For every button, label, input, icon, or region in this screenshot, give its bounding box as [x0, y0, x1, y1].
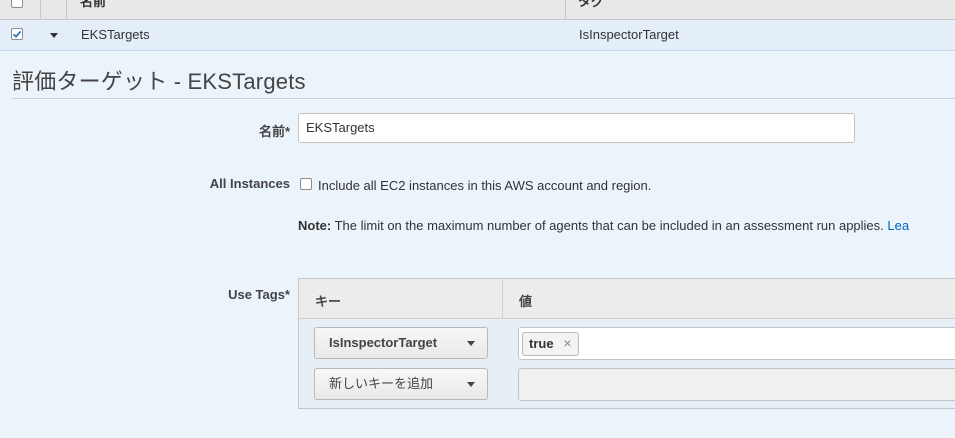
tag-value-token[interactable]: true ×	[522, 332, 579, 356]
name-field[interactable]: EKSTargets	[298, 113, 855, 143]
tags-column-divider	[502, 279, 503, 318]
row-checkbox[interactable]	[11, 28, 23, 40]
select-all-checkbox[interactable]	[11, 0, 23, 8]
use-tags-label: Use Tags*	[228, 287, 290, 302]
all-instances-checkbox[interactable]	[300, 178, 312, 190]
new-tag-value-input-disabled	[518, 368, 955, 401]
tag-value-input[interactable]	[518, 327, 955, 360]
tags-key-header: キー	[315, 294, 342, 309]
chevron-down-icon	[467, 382, 475, 387]
column-header-tag[interactable]: タグ	[578, 0, 604, 10]
header-divider	[40, 0, 41, 19]
chevron-down-icon	[467, 341, 475, 346]
tag-key-dropdown[interactable]: IsInspectorTarget	[314, 327, 488, 359]
title-divider	[12, 98, 955, 99]
tag-value-token-text: true	[529, 336, 554, 351]
checkmark-icon	[12, 30, 22, 38]
name-label: 名前*	[258, 124, 290, 139]
targets-table-header	[0, 0, 955, 20]
page-title: 評価ターゲット - EKSTargets	[12, 69, 306, 94]
tags-table-header	[299, 279, 955, 319]
note-body: The limit on the maximum number of agent…	[331, 218, 888, 233]
tags-value-header: 値	[519, 294, 533, 309]
note-prefix: Note:	[298, 218, 332, 233]
add-new-key-dropdown[interactable]: 新しいキーを追加	[314, 368, 488, 400]
learn-more-link[interactable]: Lea	[887, 218, 909, 233]
row-name-cell: EKSTargets	[81, 27, 150, 42]
close-icon[interactable]: ×	[563, 332, 571, 354]
column-header-name[interactable]: 名前	[80, 0, 106, 10]
add-new-key-placeholder: 新しいキーを追加	[329, 376, 434, 391]
header-divider	[565, 0, 566, 19]
note-text: Note: The limit on the maximum number of…	[298, 218, 909, 233]
header-divider	[66, 0, 67, 19]
expand-row-caret-icon[interactable]	[50, 33, 58, 38]
all-instances-label: All Instances	[209, 176, 290, 191]
row-tag-cell: IsInspectorTarget	[579, 27, 679, 42]
all-instances-checkbox-text: Include all EC2 instances in this AWS ac…	[318, 178, 652, 193]
tag-key-value: IsInspectorTarget	[329, 335, 438, 350]
